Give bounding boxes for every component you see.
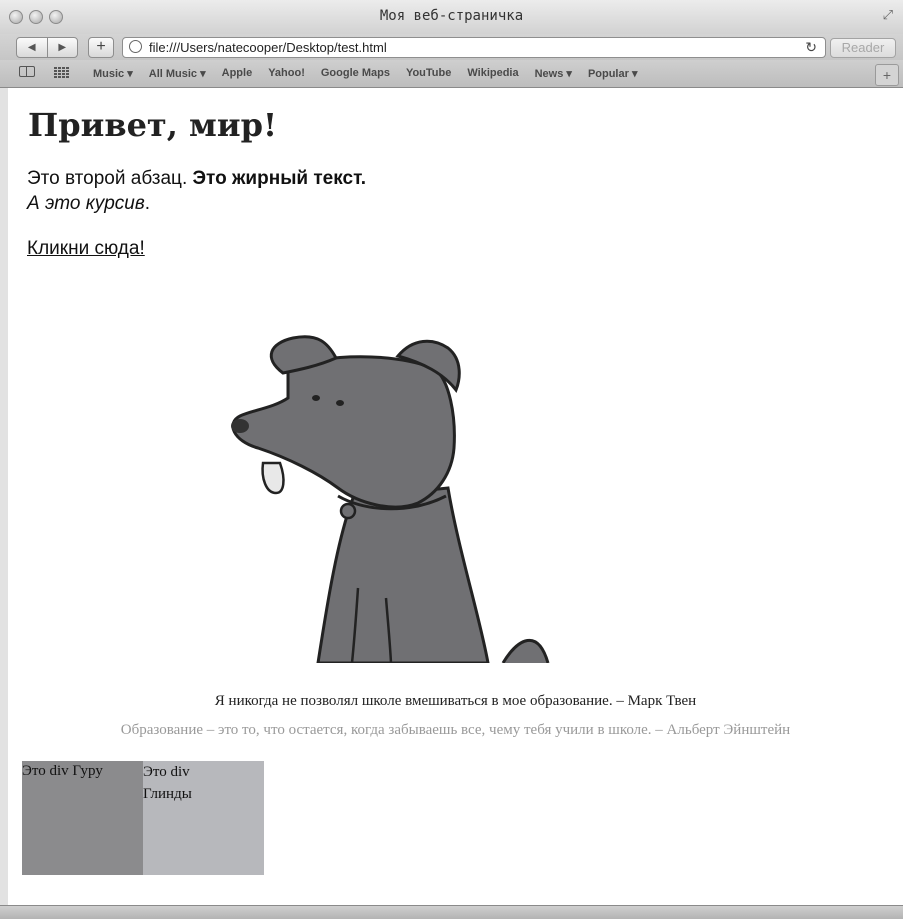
bold-text: Это жирный текст. <box>192 168 367 189</box>
add-bookmark-button[interactable]: + <box>88 37 114 58</box>
back-button[interactable]: ◀ <box>17 38 47 57</box>
url-text[interactable]: file:///Users/natecooper/Desktop/test.ht… <box>149 40 387 55</box>
reload-icon[interactable]: ↻ <box>805 39 817 56</box>
browser-window: Моя веб-страничка ⤢ ◀ ▶ + file:///Users/… <box>0 0 903 919</box>
top-sites-icon[interactable] <box>54 66 70 78</box>
dog-eye <box>312 395 320 401</box>
window-edge <box>0 88 8 905</box>
bookmark-list: Music ▾ All Music ▾ Apple Yahoo! Google … <box>93 67 637 80</box>
bookmark-item[interactable]: YouTube <box>406 67 451 80</box>
dog-nose <box>231 419 249 433</box>
dog-collar-tag <box>339 502 357 520</box>
bookmark-item[interactable]: News ▾ <box>535 67 572 80</box>
page-heading: Привет, мир! <box>28 106 277 144</box>
page-content: Привет, мир! Это второй абзац. Это жирны… <box>8 88 903 905</box>
reading-list-icon[interactable] <box>19 66 35 77</box>
new-tab-button[interactable]: + <box>875 64 899 86</box>
reader-button[interactable]: Reader <box>830 38 896 58</box>
paragraph-text: Это второй абзац. <box>27 168 193 189</box>
paragraph-end: . <box>144 193 151 214</box>
title-bar: Моя веб-страничка ⤢ <box>0 0 903 34</box>
bookmarks-bar: Music ▾ All Music ▾ Apple Yahoo! Google … <box>0 60 903 88</box>
dog-eye <box>336 400 344 406</box>
bookmark-item[interactable]: Google Maps <box>321 67 390 80</box>
quote-twain: Я никогда не позволял школе вмешиваться … <box>214 693 697 709</box>
paragraph: Это второй абзац. Это жирный текст. А эт… <box>27 166 366 216</box>
address-bar[interactable]: file:///Users/natecooper/Desktop/test.ht… <box>122 37 826 58</box>
bookmark-item[interactable]: Yahoo! <box>268 67 305 80</box>
bookmark-item[interactable]: Wikipedia <box>467 67 518 80</box>
quote-einstein: Образование – это то, что остается, когд… <box>120 722 791 738</box>
div-glinda: Это div Глинды <box>143 761 264 875</box>
status-bar <box>0 905 903 919</box>
nav-buttons: ◀ ▶ <box>16 37 78 58</box>
dog-image <box>231 335 550 663</box>
globe-icon <box>129 40 142 53</box>
dog-tongue <box>261 461 285 495</box>
italic-text: А это курсив <box>27 193 145 214</box>
forward-button[interactable]: ▶ <box>46 38 78 57</box>
bookmark-item[interactable]: Apple <box>222 67 253 80</box>
click-here-link[interactable]: Кликни сюда! <box>27 238 145 260</box>
fullscreen-icon[interactable]: ⤢ <box>883 7 893 23</box>
dog-tail <box>501 639 550 663</box>
bookmark-item[interactable]: All Music ▾ <box>149 67 206 80</box>
toolbar: ◀ ▶ + file:///Users/natecooper/Desktop/t… <box>0 34 903 60</box>
window-title: Моя веб-страничка <box>379 8 524 24</box>
div-guru: Это div Гуру <box>22 761 143 875</box>
bookmark-item[interactable]: Popular ▾ <box>588 67 638 80</box>
bookmark-item[interactable]: Music ▾ <box>93 67 133 80</box>
